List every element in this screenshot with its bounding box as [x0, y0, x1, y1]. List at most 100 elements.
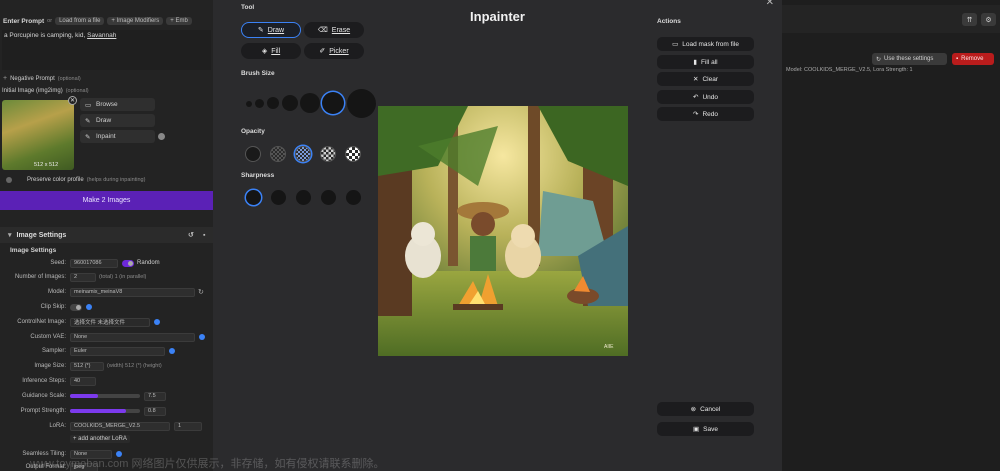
preserve-color-hint: (helps during inpainting)	[86, 177, 146, 183]
lora-select[interactable]: COOLKIDS_MERGE_V2.5	[70, 421, 170, 431]
reset-icon[interactable]: ↺	[188, 231, 194, 239]
guidance-slider[interactable]	[70, 394, 140, 398]
brush-size-option-4[interactable]	[282, 95, 298, 111]
info-icon[interactable]	[169, 348, 175, 354]
controlnet-file-input[interactable]: 选择文件 未选择文件	[70, 317, 150, 327]
prompt-link-savannah[interactable]: Savannah	[87, 32, 116, 39]
info-icon[interactable]	[154, 319, 160, 325]
lora-label: LoRA:	[49, 423, 66, 429]
watermark-text: www.toymoban.com 网络图片仅供展示，非存储，如有侵权请联系删除。	[30, 458, 385, 470]
number-images-row: Number of Images: 2 (total) 1 (in parall…	[0, 272, 213, 282]
guidance-input[interactable]: 7.5	[144, 391, 166, 401]
opacity-label: Opacity	[241, 128, 265, 135]
dialog-title: Inpainter	[470, 9, 525, 24]
make-images-button[interactable]: Make 2 Images	[0, 191, 213, 210]
inpaint-indicator-icon	[158, 133, 165, 140]
brush-size-option-5[interactable]	[300, 93, 320, 113]
opacity-option-50[interactable]	[295, 146, 311, 162]
folder-icon: ▭	[85, 101, 92, 109]
prompt-strength-row: Prompt Strength: 0.8	[0, 406, 213, 416]
eyedropper-icon: ✐	[319, 48, 326, 55]
clear-button[interactable]: ✕ Clear	[657, 72, 754, 86]
draw-button[interactable]: ✎ Draw	[80, 114, 155, 127]
brush-size-option-3[interactable]	[267, 97, 279, 109]
number-images-input[interactable]: 2	[70, 272, 96, 282]
cancel-button[interactable]: ⊗ Cancel	[657, 402, 754, 416]
settings-icon[interactable]: ⚙	[981, 13, 996, 26]
remove-image-icon[interactable]: ✕	[68, 96, 77, 105]
trash-icon[interactable]: ▪	[203, 232, 205, 239]
brush-size-option-7[interactable]	[347, 89, 376, 118]
load-mask-button[interactable]: ▭ Load mask from file	[657, 37, 754, 51]
clip-skip-toggle[interactable]	[70, 303, 82, 311]
info-icon[interactable]	[199, 334, 205, 340]
model-select[interactable]: meinamix_meinaV8	[70, 287, 195, 297]
fill-all-button[interactable]: ▮ Fill all	[657, 55, 754, 69]
close-icon: ✕	[693, 76, 699, 83]
embeddings-button[interactable]: + Emb	[166, 17, 192, 25]
close-icon[interactable]: ✕	[766, 0, 774, 8]
sharpness-option-4[interactable]	[321, 190, 336, 205]
fill-all-label: Fill all	[700, 58, 718, 66]
cancel-label: Cancel	[700, 405, 721, 413]
brush-size-option-6[interactable]	[322, 92, 344, 114]
refresh-icon[interactable]: ↻	[198, 288, 204, 296]
draw-label: Draw	[96, 117, 112, 124]
opacity-option-0[interactable]	[245, 146, 261, 162]
inpaint-button[interactable]: ✎ Inpaint	[80, 130, 165, 143]
sharpness-option-2[interactable]	[271, 190, 286, 205]
tool-draw-label: Draw	[267, 26, 285, 34]
task-model-info: Model: COOLKIDS_MERGE_V2.5, Lora Strengt…	[786, 67, 913, 73]
remove-button[interactable]: ▪ Remove	[952, 53, 994, 65]
image-settings-header[interactable]: ▾ Image Settings ↺ ▪	[0, 227, 213, 243]
sharpness-option-1[interactable]	[246, 190, 261, 205]
width-select[interactable]: 512 (*)	[70, 361, 104, 371]
brush-size-option-1[interactable]	[246, 101, 252, 107]
load-mask-label: Load mask from file	[682, 40, 739, 48]
sampler-select[interactable]: Euler	[70, 346, 165, 356]
opacity-option-25[interactable]	[270, 146, 286, 162]
sharpness-option-3[interactable]	[296, 190, 311, 205]
pin-icon[interactable]: ⇈	[962, 13, 977, 26]
prompt-strength-label: Prompt Strength:	[20, 408, 66, 414]
save-button[interactable]: ▣ Save	[657, 422, 754, 436]
info-icon[interactable]	[86, 304, 92, 310]
plus-icon: ▾	[8, 232, 12, 239]
load-from-file-button[interactable]: Load from a file	[55, 17, 105, 25]
tool-fill-button[interactable]: ◈ Fill	[241, 43, 301, 59]
tool-draw-button[interactable]: ✎ Draw	[241, 22, 301, 38]
custom-vae-select[interactable]: None	[70, 332, 195, 342]
brush-size-option-2[interactable]	[255, 99, 264, 108]
opacity-option-75[interactable]	[320, 146, 336, 162]
random-seed-toggle[interactable]	[122, 259, 134, 267]
browse-button[interactable]: ▭ Browse	[80, 98, 155, 111]
initial-image-thumbnail[interactable]: ✕ 512 x 512	[2, 96, 77, 170]
opacity-option-100[interactable]	[345, 146, 361, 162]
prompt-strength-slider[interactable]	[70, 409, 140, 413]
tool-picker-button[interactable]: ✐ Picker	[304, 43, 364, 59]
prompt-strength-input[interactable]: 0.8	[144, 406, 166, 416]
tool-erase-button[interactable]: ⌫ Erase	[304, 22, 364, 38]
paint-bucket-icon: ◈	[261, 48, 268, 55]
use-settings-button[interactable]: ↻ Use these settings	[872, 53, 947, 65]
preserve-color-row[interactable]: Preserve color profile (helps during inp…	[6, 177, 145, 183]
sharpness-option-5[interactable]	[346, 190, 361, 205]
redo-button[interactable]: ↷ Redo	[657, 107, 754, 121]
inpaint-canvas[interactable]: AIIE	[378, 106, 628, 356]
model-row: Model: meinamix_meinaV8 ↻	[0, 287, 213, 297]
sampler-row: Sampler: Euler	[0, 346, 213, 356]
lora-strength-input[interactable]: 1	[174, 421, 202, 431]
inference-steps-input[interactable]: 40	[70, 376, 96, 386]
actions-label: Actions	[657, 18, 681, 25]
preserve-color-toggle[interactable]	[6, 177, 12, 183]
prompt-textarea[interactable]: a Porcupine is camping, kid, Savannah	[2, 30, 211, 70]
brush-icon: ✎	[85, 133, 91, 141]
image-modifiers-button[interactable]: + Image Modifiers	[107, 17, 164, 25]
negative-prompt-row[interactable]: + Negative Prompt (optional)	[3, 75, 81, 82]
controlnet-row: ControlNet Image: 选择文件 未选择文件	[0, 317, 213, 327]
seed-input[interactable]: 960017086	[70, 258, 118, 268]
add-lora-button[interactable]: + add another LoRA	[70, 435, 130, 443]
tool-erase-label: Erase	[331, 26, 351, 34]
seed-row: Seed: 960017086 Random	[0, 258, 213, 268]
undo-button[interactable]: ↶ Undo	[657, 90, 754, 104]
